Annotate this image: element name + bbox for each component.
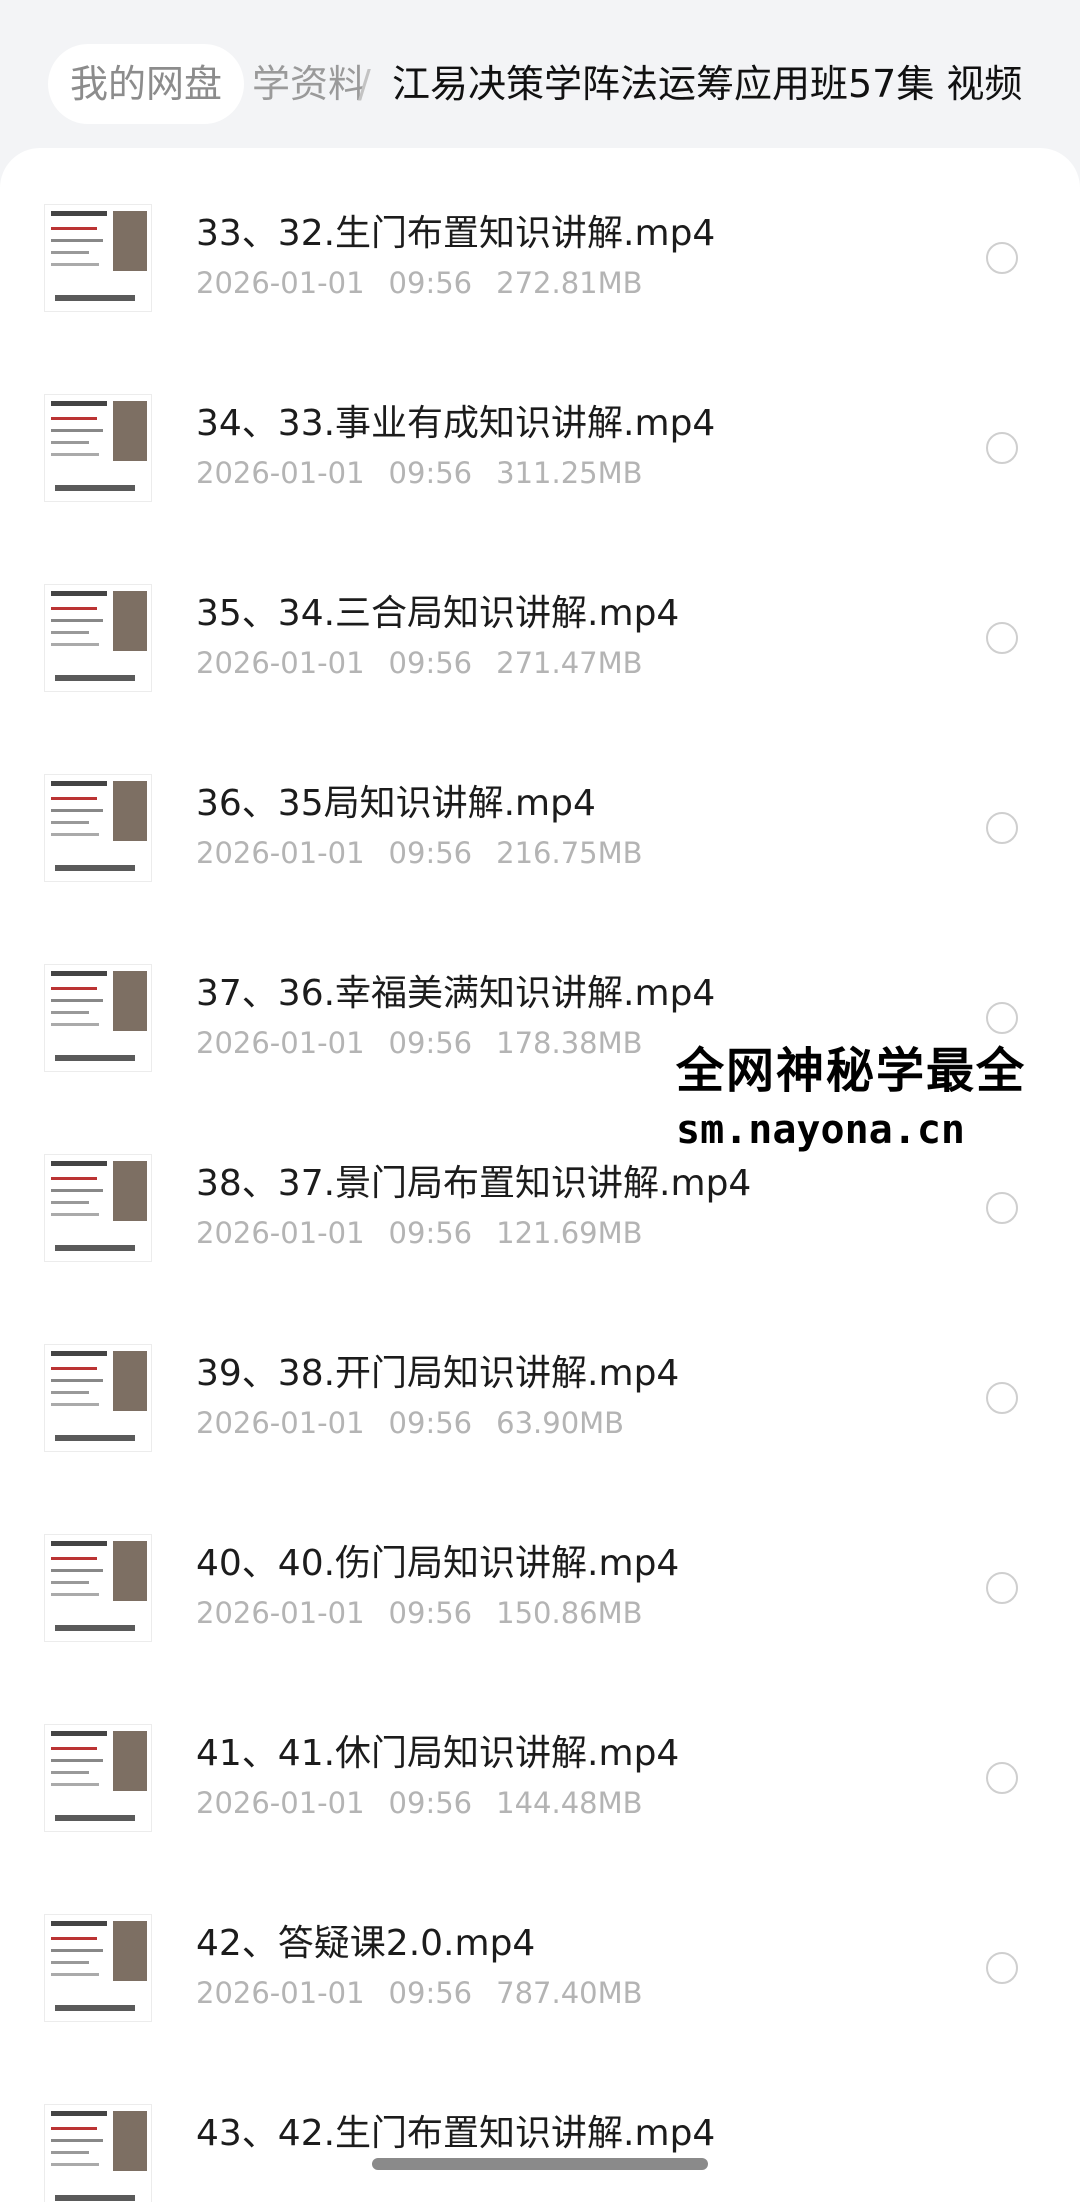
video-thumbnail-icon [44, 584, 152, 692]
video-thumbnail-icon [44, 964, 152, 1072]
file-time: 09:56 [388, 1786, 473, 1820]
video-thumbnail-icon [44, 774, 152, 882]
file-size: 272.81MB [496, 266, 643, 300]
file-name: 34、33.事业有成知识讲解.mp4 [196, 403, 716, 444]
radio-circle-icon[interactable] [986, 1952, 1018, 1984]
video-thumbnail-icon [44, 1724, 152, 1832]
file-date: 2026-01-01 [196, 1596, 365, 1630]
file-size: 271.47MB [496, 646, 643, 680]
file-meta: 2026-01-01 09:56 787.40MB [196, 1976, 667, 2010]
breadcrumb-current-folder: 江易决策学阵法运筹应用班57集 视频 [392, 62, 1023, 106]
radio-circle-icon[interactable] [986, 1192, 1018, 1224]
breadcrumb-parent[interactable]: 学资料 [230, 44, 366, 124]
file-date: 2026-01-01 [196, 1026, 365, 1060]
file-date: 2026-01-01 [196, 456, 365, 490]
file-name: 40、40.伤门局知识讲解.mp4 [196, 1543, 680, 1584]
file-name: 42、答疑课2.0.mp4 [196, 1923, 536, 1964]
file-name: 41、41.休门局知识讲解.mp4 [196, 1733, 680, 1774]
radio-circle-icon[interactable] [986, 1382, 1018, 1414]
file-date: 2026-01-01 [196, 646, 365, 680]
breadcrumb-root[interactable]: 我的网盘 [48, 44, 245, 124]
file-name: 37、36.幸福美满知识讲解.mp4 [196, 973, 716, 1014]
file-time: 09:56 [388, 1976, 473, 2010]
file-meta: 2026-01-01 09:56 272.81MB [196, 266, 667, 300]
file-name: 38、37.景门局布置知识讲解.mp4 [196, 1163, 752, 1204]
breadcrumb: 学资料 我的网盘 / 江易决策学阵法运筹应用班57集 视频 [0, 0, 1080, 160]
file-meta: 2026-01-01 09:56 63.90MB [196, 1406, 648, 1440]
file-size: 311.25MB [496, 456, 643, 490]
radio-circle-icon[interactable] [986, 1572, 1018, 1604]
file-meta: 2026-01-01 09:56 150.86MB [196, 1596, 667, 1630]
radio-circle-icon[interactable] [986, 432, 1018, 464]
file-date: 2026-01-01 [196, 1976, 365, 2010]
list-item[interactable]: 43、42.生门布置知识讲解.mp4 [0, 2048, 1080, 2202]
file-meta: 2026-01-01 09:56 144.48MB [196, 1786, 667, 1820]
file-time: 09:56 [388, 456, 473, 490]
file-meta: 2026-01-01 09:56 271.47MB [196, 646, 667, 680]
breadcrumb-separator: / [358, 62, 371, 106]
file-date: 2026-01-01 [196, 1406, 365, 1440]
file-time: 09:56 [388, 266, 473, 300]
file-size: 63.90MB [496, 1406, 625, 1440]
file-date: 2026-01-01 [196, 1216, 365, 1250]
file-size: 216.75MB [496, 836, 643, 870]
file-size: 787.40MB [496, 1976, 643, 2010]
file-time: 09:56 [388, 646, 473, 680]
file-size: 144.48MB [496, 1786, 643, 1820]
file-name: 39、38.开门局知识讲解.mp4 [196, 1353, 680, 1394]
file-size: 150.86MB [496, 1596, 643, 1630]
file-date: 2026-01-01 [196, 836, 365, 870]
video-thumbnail-icon [44, 204, 152, 312]
video-thumbnail-icon [44, 1344, 152, 1452]
video-thumbnail-icon [44, 1914, 152, 2022]
file-time: 09:56 [388, 1216, 473, 1250]
file-name: 33、32.生门布置知识讲解.mp4 [196, 213, 716, 254]
home-indicator[interactable] [372, 2158, 708, 2170]
radio-circle-icon[interactable] [986, 1002, 1018, 1034]
file-name: 36、35局知识讲解.mp4 [196, 783, 596, 824]
file-meta: 2026-01-01 09:56 178.38MB [196, 1026, 667, 1060]
file-meta: 2026-01-01 09:56 121.69MB [196, 1216, 667, 1250]
list-item[interactable]: 36、35局知识讲解.mp4 2026-01-01 09:56 216.75MB [0, 718, 1080, 908]
file-size: 121.69MB [496, 1216, 643, 1250]
file-time: 09:56 [388, 1026, 473, 1060]
video-thumbnail-icon [44, 394, 152, 502]
file-time: 09:56 [388, 1596, 473, 1630]
file-time: 09:56 [388, 1406, 473, 1440]
watermark-line2: sm.nayona.cn [676, 1107, 965, 1153]
list-item[interactable]: 40、40.伤门局知识讲解.mp4 2026-01-01 09:56 150.86M… [0, 1478, 1080, 1668]
watermark: 全网神秘学最全 sm.nayona.cn [676, 1040, 1080, 1158]
list-item[interactable]: 33、32.生门布置知识讲解.mp4 2026-01-01 09:56 272.81… [0, 148, 1080, 338]
file-name: 43、42.生门布置知识讲解.mp4 [196, 2113, 716, 2154]
list-item[interactable]: 34、33.事业有成知识讲解.mp4 2026-01-01 09:56 311.25… [0, 338, 1080, 528]
video-thumbnail-icon [44, 1534, 152, 1642]
watermark-line1: 全网神秘学最全 [676, 1043, 1027, 1099]
list-item[interactable]: 42、答疑课2.0.mp4 2026-01-01 09:56 787.40MB [0, 1858, 1080, 2048]
radio-circle-icon[interactable] [986, 622, 1018, 654]
file-meta: 2026-01-01 09:56 311.25MB [196, 456, 667, 490]
file-date: 2026-01-01 [196, 266, 365, 300]
file-name: 35、34.三合局知识讲解.mp4 [196, 593, 680, 634]
list-item[interactable]: 35、34.三合局知识讲解.mp4 2026-01-01 09:56 271.47M… [0, 528, 1080, 718]
file-list: 33、32.生门布置知识讲解.mp4 2026-01-01 09:56 272.81… [0, 148, 1080, 2202]
video-thumbnail-icon [44, 2104, 152, 2202]
radio-circle-icon[interactable] [986, 242, 1018, 274]
file-time: 09:56 [388, 836, 473, 870]
list-item[interactable]: 41、41.休门局知识讲解.mp4 2026-01-01 09:56 144.48M… [0, 1668, 1080, 1858]
list-item[interactable]: 39、38.开门局知识讲解.mp4 2026-01-01 09:56 63.90MB [0, 1288, 1080, 1478]
file-size: 178.38MB [496, 1026, 643, 1060]
file-date: 2026-01-01 [196, 1786, 365, 1820]
radio-circle-icon[interactable] [986, 812, 1018, 844]
video-thumbnail-icon [44, 1154, 152, 1262]
radio-circle-icon[interactable] [986, 1762, 1018, 1794]
file-meta: 2026-01-01 09:56 216.75MB [196, 836, 667, 870]
